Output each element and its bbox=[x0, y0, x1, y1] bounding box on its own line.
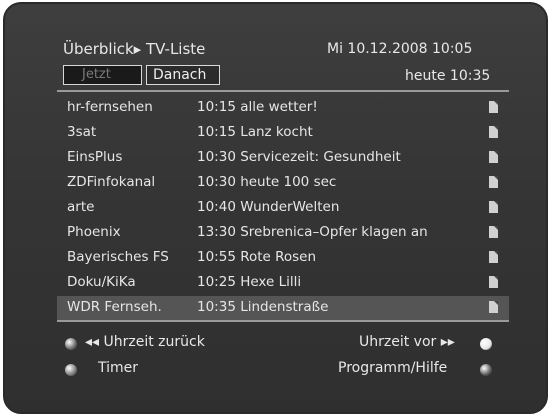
programme-title: 13:30 Srebrenica–Opfer klagen an bbox=[197, 224, 428, 240]
current-datetime: Mi 10.12.2008 10:05 bbox=[327, 41, 473, 57]
programme-title: 10:40 WunderWelten bbox=[197, 199, 340, 215]
programme-title: 10:55 Rote Rosen bbox=[197, 249, 317, 265]
table-row[interactable]: ZDFinfokanal 10:30 heute 100 sec bbox=[57, 171, 509, 195]
info-document-icon[interactable] bbox=[489, 201, 498, 213]
table-row[interactable]: WDR Fernseh. 10:35 Lindenstraße bbox=[57, 296, 509, 320]
header-divider bbox=[57, 90, 509, 92]
channel-name: arte bbox=[67, 199, 95, 215]
channel-name: hr-fernsehen bbox=[67, 99, 153, 115]
tab-next[interactable]: Danach bbox=[146, 65, 220, 85]
channel-name: EinsPlus bbox=[67, 149, 123, 165]
programme-title: 10:30 Servicezeit: Gesundheit bbox=[197, 149, 401, 165]
time-forward-label[interactable]: Uhrzeit vor ▸▸ bbox=[359, 334, 455, 350]
programme-title: 10:15 alle wetter! bbox=[197, 99, 318, 115]
info-document-icon[interactable] bbox=[489, 226, 498, 238]
programme-title: 10:30 heute 100 sec bbox=[197, 174, 337, 190]
green-button-icon[interactable] bbox=[65, 364, 77, 376]
time-context: heute 10:35 bbox=[405, 68, 491, 84]
blue-button-icon[interactable] bbox=[480, 364, 492, 376]
programme-title: 10:25 Hexe Lilli bbox=[197, 274, 302, 290]
page-title: Überblick▸ TV-Liste bbox=[63, 40, 206, 58]
table-row[interactable]: hr-fernsehen 10:15 alle wetter! bbox=[57, 96, 509, 120]
info-document-icon[interactable] bbox=[489, 151, 498, 163]
channel-name: 3sat bbox=[67, 124, 97, 140]
tab-now[interactable]: Jetzt bbox=[63, 65, 142, 85]
epg-overview-screen: Überblick▸ TV-Liste Mi 10.12.2008 10:05 … bbox=[3, 2, 548, 414]
programme-title: 10:35 Lindenstraße bbox=[197, 299, 329, 315]
channel-name: ZDFinfokanal bbox=[67, 174, 156, 190]
footer-divider bbox=[57, 320, 509, 322]
table-row[interactable]: Doku/KiKa 10:25 Hexe Lilli bbox=[57, 271, 509, 295]
channel-name: Phoenix bbox=[67, 224, 121, 240]
info-document-icon[interactable] bbox=[489, 176, 498, 188]
tab-now-label: Jetzt bbox=[82, 67, 111, 82]
channel-name: WDR Fernseh. bbox=[67, 299, 162, 315]
programme-title: 10:15 Lanz kocht bbox=[197, 124, 313, 140]
table-row[interactable]: Phoenix 13:30 Srebrenica–Opfer klagen an bbox=[57, 221, 509, 245]
table-row[interactable]: 3sat 10:15 Lanz kocht bbox=[57, 121, 509, 145]
time-back-label[interactable]: ◂◂ Uhrzeit zurück bbox=[85, 334, 205, 350]
table-row[interactable]: arte 10:40 WunderWelten bbox=[57, 196, 509, 220]
info-document-icon[interactable] bbox=[489, 301, 498, 313]
programme-help-label[interactable]: Programm/Hilfe bbox=[338, 360, 447, 376]
info-document-icon[interactable] bbox=[489, 251, 498, 263]
table-row[interactable]: EinsPlus 10:30 Servicezeit: Gesundheit bbox=[57, 146, 509, 170]
timer-label[interactable]: Timer bbox=[98, 360, 138, 376]
red-button-icon[interactable] bbox=[65, 338, 77, 350]
table-row[interactable]: Bayerisches FS 10:55 Rote Rosen bbox=[57, 246, 509, 270]
channel-name: Bayerisches FS bbox=[67, 249, 169, 265]
info-document-icon[interactable] bbox=[489, 101, 498, 113]
tab-next-label: Danach bbox=[153, 67, 207, 83]
yellow-button-icon[interactable] bbox=[480, 338, 492, 350]
info-document-icon[interactable] bbox=[489, 126, 498, 138]
channel-name: Doku/KiKa bbox=[67, 274, 136, 290]
info-document-icon[interactable] bbox=[489, 276, 498, 288]
